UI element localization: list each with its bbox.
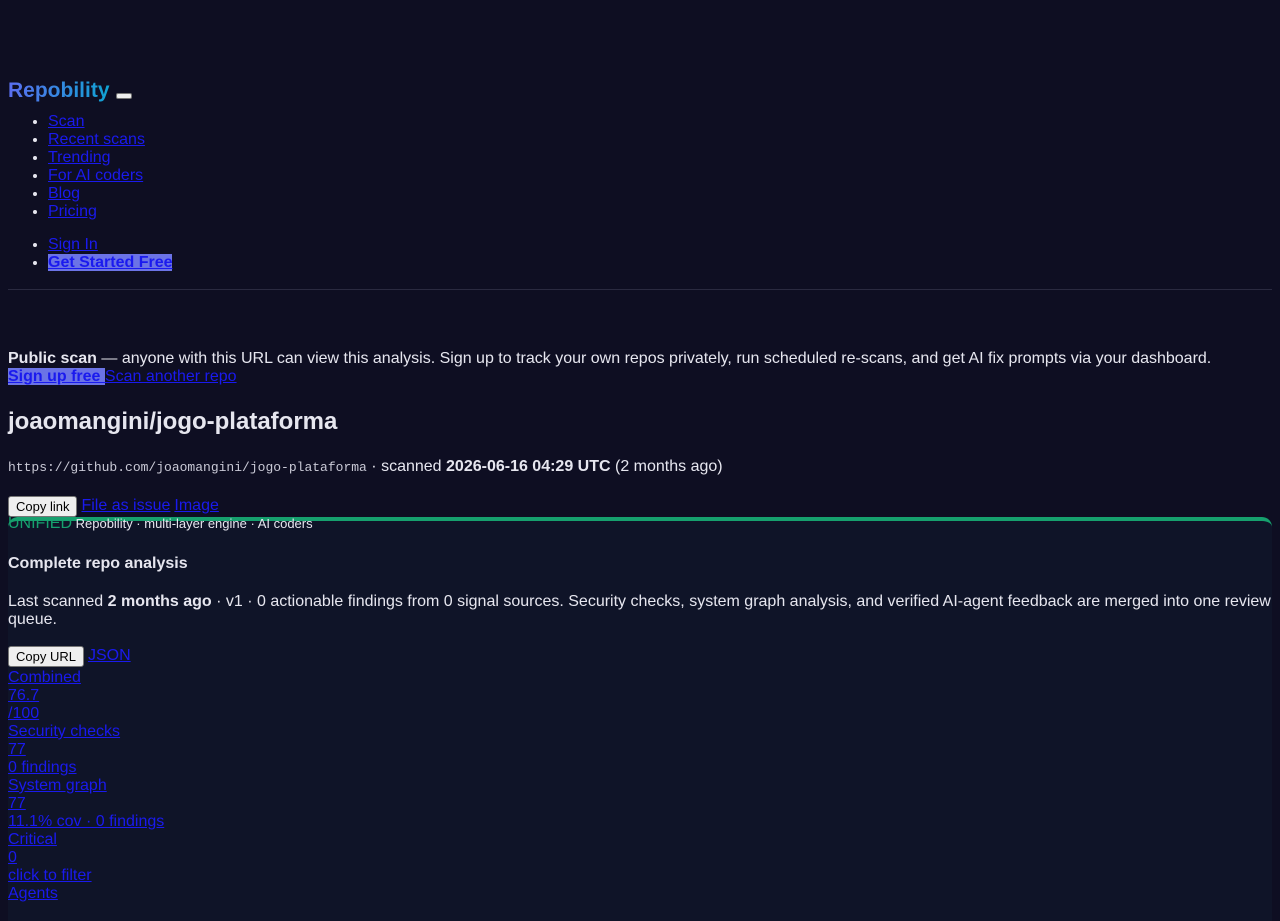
panel-header: UNIFIED Repobility · multi-layer engine … <box>8 515 1272 532</box>
unified-badge: UNIFIED <box>8 515 72 532</box>
main-nav: Scan Recent scans Trending For AI coders… <box>8 113 1272 221</box>
brand-logo-link[interactable]: Repobility <box>8 79 110 103</box>
nav-link-pricing[interactable]: Pricing <box>48 203 97 220</box>
site-header: Repobility Scan Recent scans Trending Fo… <box>8 0 1272 290</box>
stat-security-findings[interactable]: 0 findings <box>8 759 1272 777</box>
stat-combined-value[interactable]: 76.7 <box>8 687 1272 705</box>
stat-security-label[interactable]: Security checks <box>8 723 1272 741</box>
nav-link-blog[interactable]: Blog <box>48 185 80 202</box>
public-scan-notice: Public scan — anyone with this URL can v… <box>8 350 1272 386</box>
panel-actions: Copy URL JSON <box>8 645 1272 667</box>
copy-url-button[interactable]: Copy URL <box>8 645 84 667</box>
panel-subtitle: Repobility · multi-layer engine · AI cod… <box>72 516 313 531</box>
brand-row: Repobility <box>8 77 1272 105</box>
nav-item-ai-coders: For AI coders <box>48 167 1272 185</box>
auth-item-sign-in: Sign In <box>48 236 1272 254</box>
nav-item-recent-scans: Recent scans <box>48 131 1272 149</box>
stat-critical-label[interactable]: Critical <box>8 831 1272 849</box>
stat-graph-label[interactable]: System graph <box>8 777 1272 795</box>
stat-combined-max[interactable]: /100 <box>8 705 1272 723</box>
auth-item-get-started: Get Started Free <box>48 254 1272 272</box>
sign-up-free-button[interactable]: Sign up free <box>8 368 105 385</box>
nav-item-trending: Trending <box>48 149 1272 167</box>
nav-item-blog: Blog <box>48 185 1272 203</box>
scanned-ago: (2 months ago) <box>610 458 723 475</box>
nav-item-scan: Scan <box>48 113 1272 131</box>
stat-critical-value[interactable]: 0 <box>8 849 1272 867</box>
nav-link-scan[interactable]: Scan <box>48 113 84 130</box>
stat-critical-filter[interactable]: click to filter <box>8 867 1272 885</box>
get-started-button[interactable]: Get Started Free <box>48 254 173 271</box>
panel-description: Last scanned 2 months ago · v1 · 0 actio… <box>8 593 1272 629</box>
stat-agents-label[interactable]: Agents <box>8 885 1272 903</box>
stat-graph-value[interactable]: 77 <box>8 795 1272 813</box>
scan-another-repo-link[interactable]: Scan another repo <box>105 368 237 385</box>
repo-url: https://github.com/joaomangini/jogo-plat… <box>8 460 367 475</box>
scanned-prefix: · scanned <box>366 458 447 475</box>
file-as-issue-link[interactable]: File as issue <box>81 497 170 515</box>
nav-link-ai-coders[interactable]: For AI coders <box>48 167 143 184</box>
repo-meta: https://github.com/joaomangini/jogo-plat… <box>8 456 1272 479</box>
auth-nav: Sign In Get Started Free <box>8 236 1272 272</box>
menu-toggle-button[interactable] <box>115 93 132 99</box>
nav-link-recent-scans[interactable]: Recent scans <box>48 131 145 148</box>
image-link[interactable]: Image <box>174 497 218 515</box>
stat-combined-label[interactable]: Combined <box>8 669 1272 687</box>
desc-last-scanned: 2 months ago <box>107 593 212 610</box>
sign-in-link[interactable]: Sign In <box>48 236 98 253</box>
page-title: joaomangini/jogo-plataforma <box>8 408 338 435</box>
unified-analysis-panel: UNIFIED Repobility · multi-layer engine … <box>8 515 1272 921</box>
score-stats: Combined 76.7 /100 Security checks 77 0 … <box>8 669 1272 903</box>
public-scan-text: — anyone with this URL can view this ana… <box>96 350 1212 367</box>
copy-link-button[interactable]: Copy link <box>8 495 78 517</box>
panel-heading: Complete repo analysis <box>8 555 188 572</box>
stat-security-value[interactable]: 77 <box>8 741 1272 759</box>
public-scan-label: Public scan <box>8 350 97 367</box>
repo-actions: Copy link File as issue Image <box>8 495 1272 517</box>
nav-link-trending[interactable]: Trending <box>48 149 111 166</box>
nav-item-pricing: Pricing <box>48 203 1272 221</box>
scanned-timestamp: 2026-06-16 04:29 UTC <box>446 458 611 475</box>
desc-prefix: Last scanned <box>8 593 108 610</box>
stat-graph-coverage[interactable]: 11.1% cov · 0 findings <box>8 813 1272 831</box>
json-link[interactable]: JSON <box>88 647 131 665</box>
header-divider <box>8 289 1272 290</box>
